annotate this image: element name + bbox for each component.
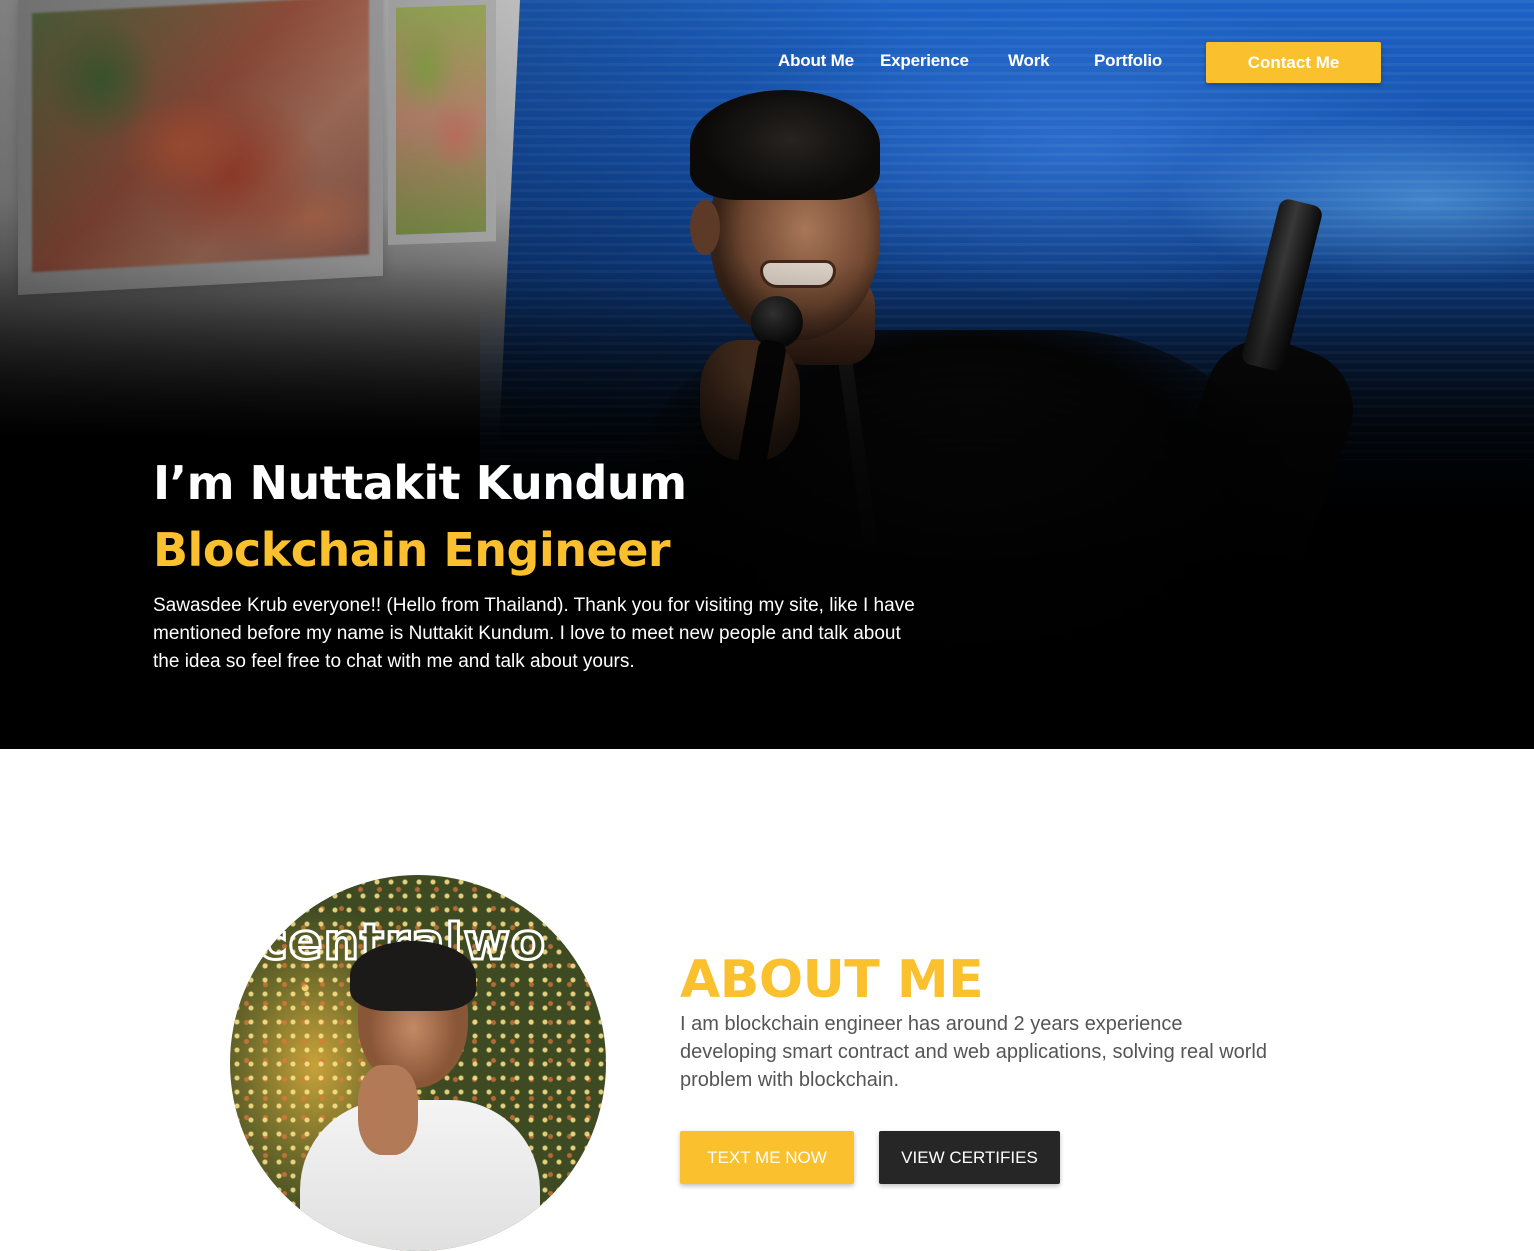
text-me-now-button[interactable]: TEXT ME NOW [680,1131,854,1184]
nav-link-about-me[interactable]: About Me [778,51,854,71]
top-navigation: About Me Experience Work Portfolio Conta… [0,42,1534,83]
photo-person-hand [358,1065,418,1155]
hero-intro-text: Sawasdee Krub everyone!! (Hello from Tha… [153,595,915,672]
photo-person-hair [350,941,476,1011]
hero-title: I’m Nuttakit Kundum [153,456,687,510]
contact-me-button[interactable]: Contact Me [1206,42,1381,83]
nav-link-portfolio[interactable]: Portfolio [1094,51,1162,71]
view-certifies-button[interactable]: VIEW CERTIFIES [879,1131,1060,1184]
nav-link-experience[interactable]: Experience [880,51,969,71]
photo-person-shirt [300,1100,540,1251]
about-profile-photo: centralwo [230,875,606,1251]
nav-link-work[interactable]: Work [1008,51,1050,71]
about-description: I am blockchain engineer has around 2 ye… [680,1013,1267,1091]
hero-subtitle: Blockchain Engineer [153,523,671,577]
hero-section: About Me Experience Work Portfolio Conta… [0,0,1534,749]
about-heading: ABOUT ME [680,950,984,1010]
